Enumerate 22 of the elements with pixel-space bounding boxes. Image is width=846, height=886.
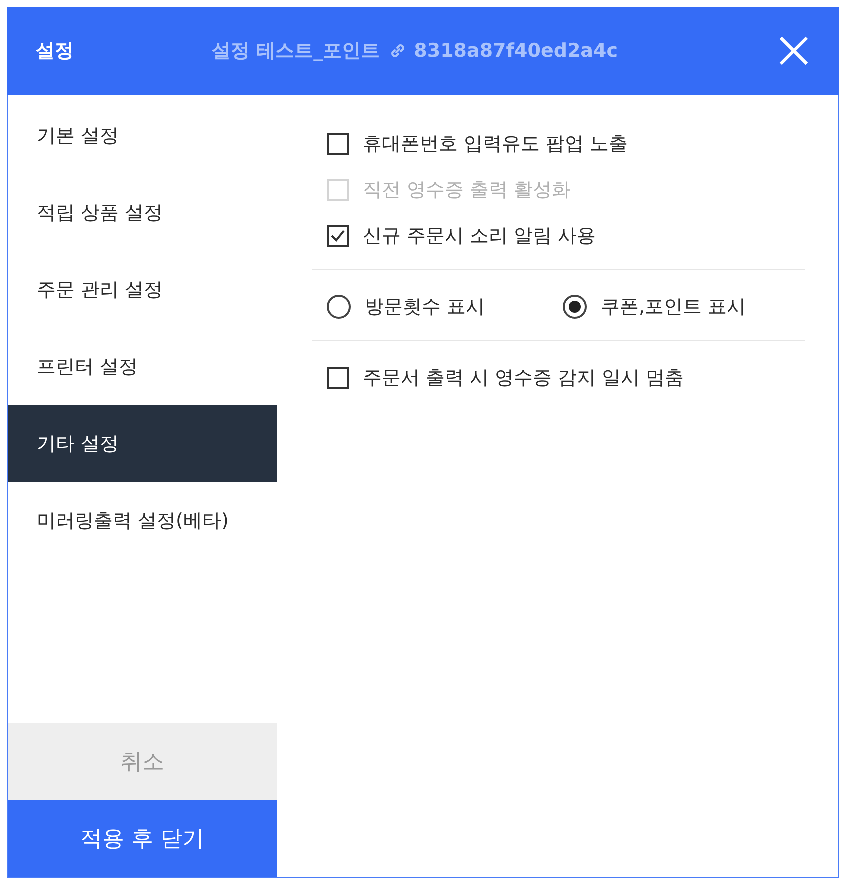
checkbox[interactable] xyxy=(327,133,349,155)
store-name: 설정 테스트_포인트 xyxy=(212,39,380,64)
option-label: 신규 주문시 소리 알림 사용 xyxy=(363,224,596,249)
store-id: 8318a87f40ed2a4c xyxy=(414,40,618,62)
option-label: 주문서 출력 시 영수증 감지 일시 멈춤 xyxy=(363,366,684,391)
option-label: 쿠폰,포인트 표시 xyxy=(601,295,746,320)
apply-close-button[interactable]: 적용 후 닫기 xyxy=(8,800,277,877)
checkbox[interactable] xyxy=(327,367,349,389)
sidebar-item[interactable]: 미러링출력 설정(베타) xyxy=(8,482,277,559)
sidebar-item[interactable]: 주문 관리 설정 xyxy=(8,251,277,328)
option-label: 휴대폰번호 입력유도 팝업 노출 xyxy=(363,132,628,157)
sidebar-item[interactable]: 프린터 설정 xyxy=(8,328,277,405)
sidebar-item[interactable]: 기타 설정 xyxy=(8,405,277,482)
option-label: 직전 영수증 출력 활성화 xyxy=(363,178,572,203)
window-title: 설정 xyxy=(36,39,75,64)
sidebar-item[interactable]: 기본 설정 xyxy=(8,97,277,174)
radio-button[interactable] xyxy=(327,295,351,319)
option-label: 방문횟수 표시 xyxy=(365,295,486,320)
checkbox[interactable] xyxy=(327,225,349,247)
radio-button[interactable] xyxy=(563,295,587,319)
sidebar-item[interactable]: 적립 상품 설정 xyxy=(8,174,277,251)
close-icon[interactable] xyxy=(779,36,809,66)
